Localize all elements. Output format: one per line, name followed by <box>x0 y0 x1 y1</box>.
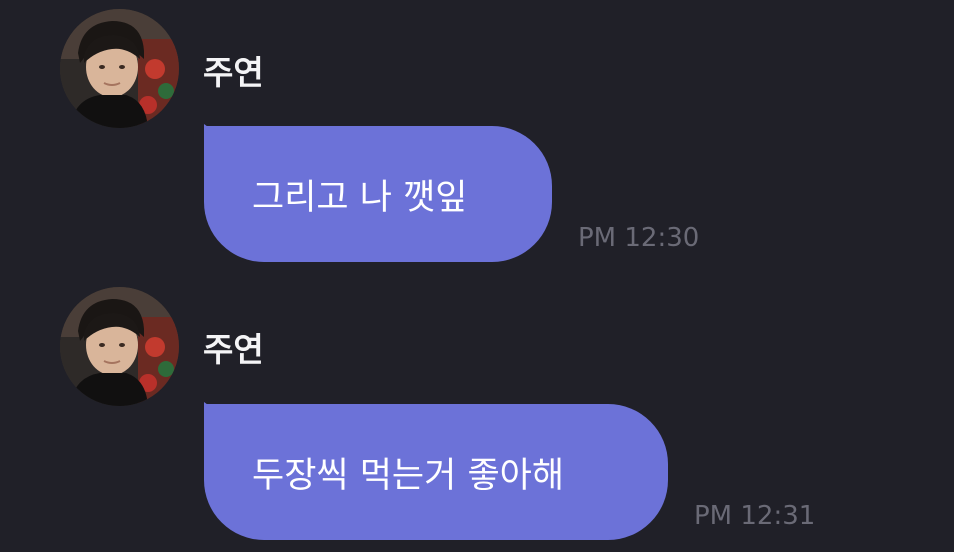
message-timestamp: PM 12:30 <box>578 223 700 253</box>
avatar-photo-icon <box>60 9 179 128</box>
avatar[interactable] <box>60 287 179 406</box>
message-timestamp: PM 12:31 <box>694 501 816 531</box>
avatar[interactable] <box>60 9 179 128</box>
message-bubble[interactable]: 두장씩 먹는거 좋아해 <box>204 404 668 540</box>
avatar-photo-icon <box>60 287 179 406</box>
chat-screen: 주연 그리고 나 깻잎 PM 12:30 주연 두장씩 먹는거 좋아해 PM 1… <box>0 0 954 552</box>
message-text: 두장씩 먹는거 좋아해 <box>252 455 565 496</box>
message-bubble[interactable]: 그리고 나 깻잎 <box>204 126 552 262</box>
sender-name: 주연 <box>203 330 264 369</box>
message-text: 그리고 나 깻잎 <box>252 177 468 218</box>
sender-name: 주연 <box>203 53 264 92</box>
